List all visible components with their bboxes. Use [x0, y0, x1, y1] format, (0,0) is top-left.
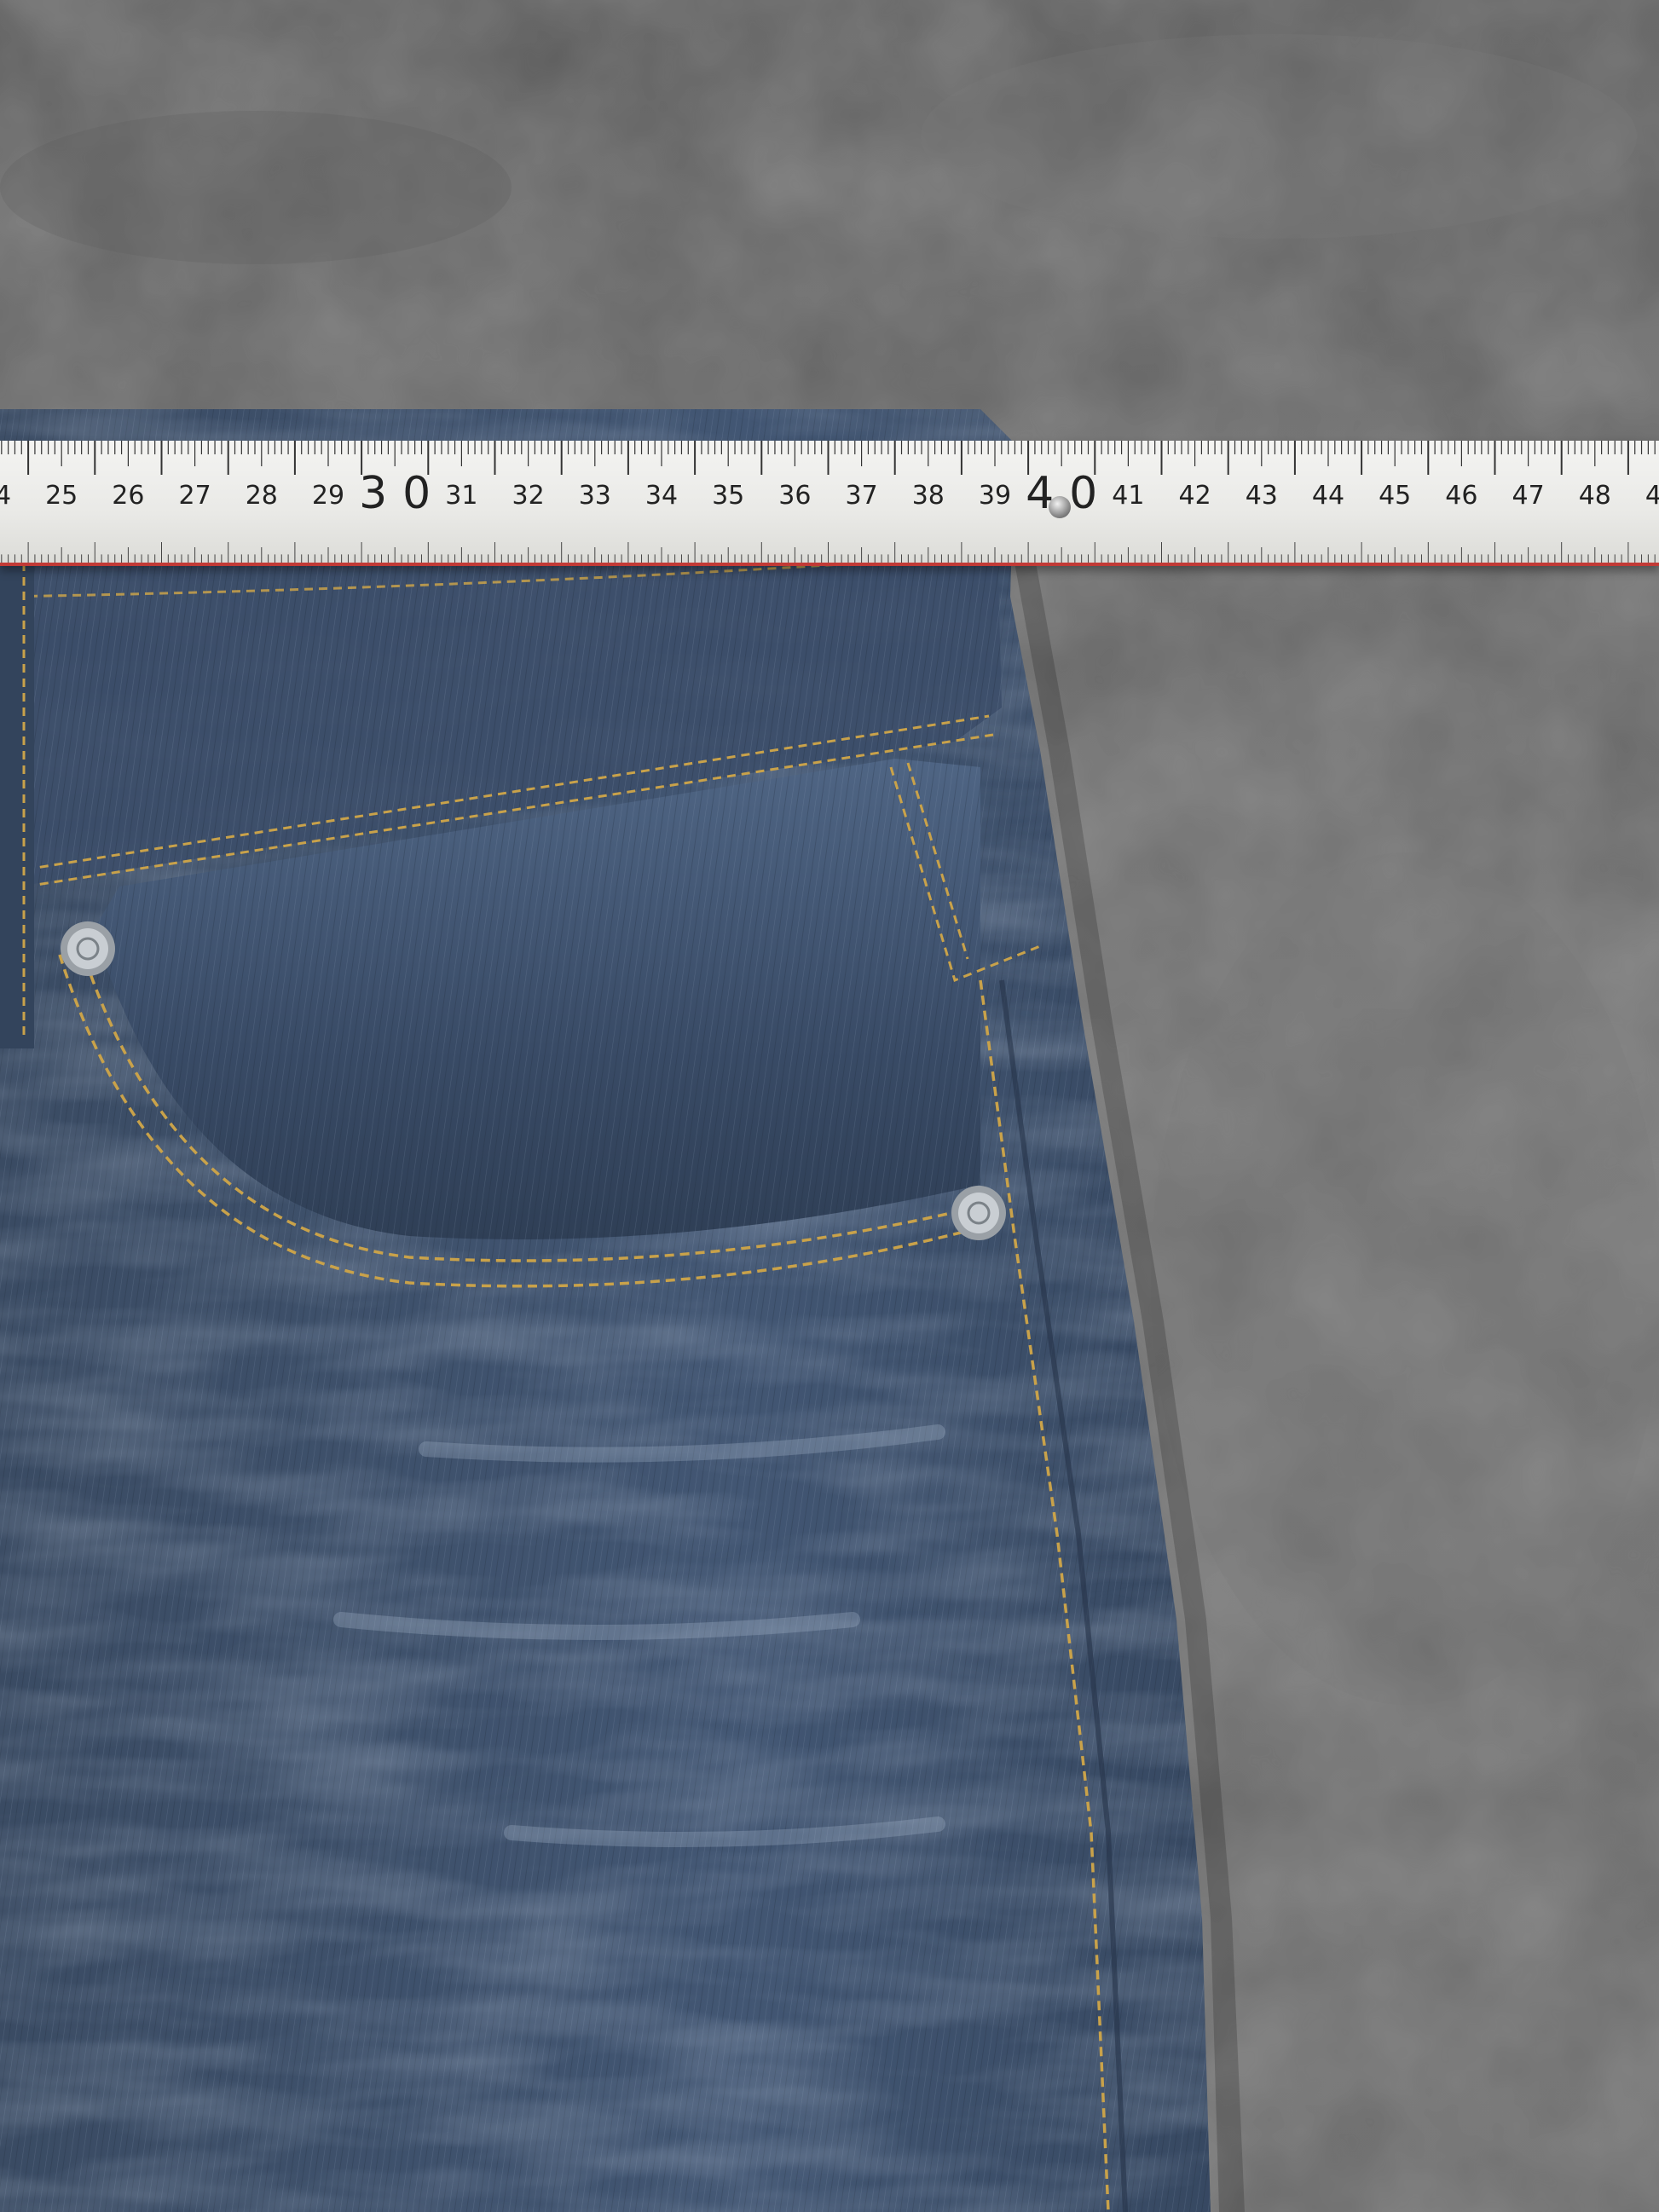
ruler-number-32: 32 — [512, 481, 545, 511]
ruler-number-45: 45 — [1379, 481, 1412, 511]
ruler-number-29: 29 — [311, 481, 345, 511]
ruler-number-35: 35 — [712, 481, 745, 511]
ruler-number-34: 34 — [645, 481, 679, 511]
denim-jeans — [0, 409, 1245, 2212]
ruler-number-42: 42 — [1178, 481, 1211, 511]
right-rivet — [951, 1186, 1006, 1240]
ruler-number-30: 30 — [359, 468, 447, 519]
ruler-number-47: 47 — [1512, 481, 1545, 511]
photo-scene: 2425262728293031323334353637383940414243… — [0, 0, 1659, 2212]
ruler-number-25: 25 — [45, 481, 78, 511]
ruler-number-49: 49 — [1645, 481, 1659, 511]
ruler-number-28: 28 — [245, 481, 278, 511]
ruler-number-41: 41 — [1112, 481, 1145, 511]
left-rivet — [61, 921, 115, 976]
ruler-rivet — [1049, 496, 1071, 518]
ruler-number-26: 26 — [112, 481, 145, 511]
ruler-number-44: 44 — [1311, 481, 1345, 511]
belt-loop — [0, 554, 34, 1048]
measuring-tape: 2425262728293031323334353637383940414243… — [0, 441, 1659, 566]
ruler-number-37: 37 — [845, 481, 878, 511]
ruler-number-31: 31 — [445, 481, 478, 511]
ruler-number-24: 24 — [0, 481, 12, 511]
ruler-number-33: 33 — [578, 481, 611, 511]
ruler-number-46: 46 — [1445, 481, 1478, 511]
ruler-number-39: 39 — [978, 481, 1012, 511]
ruler-number-48: 48 — [1578, 481, 1611, 511]
ruler-number-36: 36 — [778, 481, 812, 511]
ruler-number-38: 38 — [911, 481, 945, 511]
ruler-number-27: 27 — [178, 481, 211, 511]
ruler-number-43: 43 — [1245, 481, 1278, 511]
